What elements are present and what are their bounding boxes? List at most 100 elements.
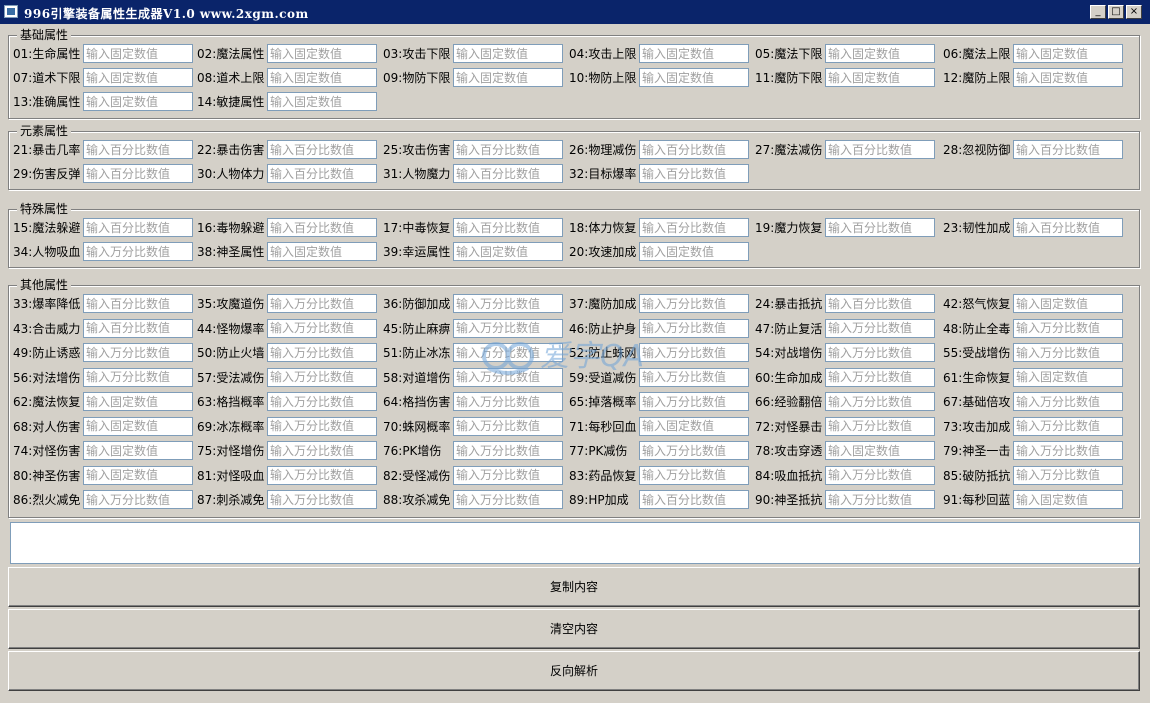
attr-input[interactable] bbox=[639, 68, 749, 87]
attr-input[interactable] bbox=[639, 242, 749, 261]
attr-input[interactable] bbox=[1013, 294, 1123, 313]
attr-input[interactable] bbox=[267, 343, 377, 362]
attr-input[interactable] bbox=[825, 343, 935, 362]
attr-input[interactable] bbox=[639, 164, 749, 183]
attr-input[interactable] bbox=[825, 465, 935, 485]
attr-input[interactable] bbox=[825, 367, 935, 387]
attr-input[interactable] bbox=[453, 465, 563, 485]
attr-field: 10:物防上限 bbox=[569, 68, 754, 88]
attr-input[interactable] bbox=[453, 140, 563, 159]
attr-input[interactable] bbox=[453, 294, 563, 313]
attr-input[interactable] bbox=[453, 392, 563, 411]
output-textarea[interactable] bbox=[10, 522, 1140, 564]
attr-input[interactable] bbox=[83, 140, 193, 159]
attr-input[interactable] bbox=[83, 68, 193, 87]
attr-input[interactable] bbox=[453, 441, 563, 460]
attr-input[interactable] bbox=[453, 218, 563, 237]
attr-input[interactable] bbox=[267, 465, 377, 485]
attr-input[interactable] bbox=[1013, 465, 1123, 485]
attr-input[interactable] bbox=[267, 367, 377, 387]
attr-input[interactable] bbox=[83, 465, 193, 485]
attr-input[interactable] bbox=[639, 441, 749, 460]
attr-input[interactable] bbox=[1013, 68, 1123, 87]
attr-label: 91:每秒回蓝 bbox=[943, 493, 1011, 507]
attr-input[interactable] bbox=[639, 44, 749, 63]
attr-input[interactable] bbox=[83, 416, 193, 436]
attr-input[interactable] bbox=[83, 218, 193, 237]
attr-input[interactable] bbox=[83, 318, 193, 338]
attr-input[interactable] bbox=[825, 416, 935, 436]
attr-input[interactable] bbox=[1013, 367, 1123, 387]
attr-label: 89:HP加成 bbox=[569, 493, 629, 507]
minimize-button[interactable]: _ bbox=[1090, 5, 1106, 19]
attr-input[interactable] bbox=[453, 164, 563, 183]
attr-field: 50:防止火墙 bbox=[197, 343, 382, 363]
app-icon[interactable] bbox=[4, 5, 18, 18]
attr-label: 11:魔防下限 bbox=[755, 71, 823, 85]
attr-input[interactable] bbox=[825, 68, 935, 87]
attr-input[interactable] bbox=[453, 416, 563, 436]
attr-input[interactable] bbox=[267, 218, 377, 237]
attr-input[interactable] bbox=[1013, 140, 1123, 159]
attr-input[interactable] bbox=[267, 318, 377, 338]
attr-input[interactable] bbox=[639, 465, 749, 485]
attr-input[interactable] bbox=[83, 441, 193, 460]
attr-input[interactable] bbox=[639, 416, 749, 436]
attr-field: 86:烈火减免 bbox=[13, 490, 198, 510]
attr-input[interactable] bbox=[639, 490, 749, 509]
attr-input[interactable] bbox=[453, 242, 563, 261]
attr-input[interactable] bbox=[267, 68, 377, 87]
attr-label: 49:防止诱惑 bbox=[13, 346, 81, 360]
attr-input[interactable] bbox=[83, 294, 193, 313]
clear-button[interactable]: 清空内容 bbox=[8, 609, 1140, 649]
attr-input[interactable] bbox=[83, 367, 193, 387]
attr-input[interactable] bbox=[83, 392, 193, 411]
attr-input[interactable] bbox=[1013, 441, 1123, 460]
attr-input[interactable] bbox=[1013, 218, 1123, 237]
attr-input[interactable] bbox=[825, 140, 935, 159]
title-bar: 996引擎装备属性生成器V1.0 www.2xgm.com _ □ × bbox=[0, 0, 1150, 24]
attr-field: 17:中毒恢复 bbox=[383, 218, 568, 238]
attr-input[interactable] bbox=[267, 92, 377, 111]
attr-input[interactable] bbox=[825, 392, 935, 411]
attr-input[interactable] bbox=[83, 343, 193, 362]
reverse-parse-button[interactable]: 反向解析 bbox=[8, 651, 1140, 691]
attr-input[interactable] bbox=[1013, 416, 1123, 436]
attr-input[interactable] bbox=[83, 44, 193, 63]
attr-label: 79:神圣一击 bbox=[943, 444, 1011, 458]
attr-input[interactable] bbox=[83, 92, 193, 111]
attr-input[interactable] bbox=[825, 294, 935, 313]
attr-input[interactable] bbox=[83, 490, 193, 509]
maximize-button[interactable]: □ bbox=[1108, 5, 1124, 19]
copy-button[interactable]: 复制内容 bbox=[8, 567, 1140, 607]
attr-input[interactable] bbox=[1013, 44, 1123, 63]
attr-input[interactable] bbox=[825, 218, 935, 237]
attr-input[interactable] bbox=[267, 441, 377, 460]
attr-input[interactable] bbox=[267, 140, 377, 159]
close-button[interactable]: × bbox=[1126, 5, 1142, 19]
attr-input[interactable] bbox=[83, 164, 193, 183]
attr-input[interactable] bbox=[83, 242, 193, 261]
attr-input[interactable] bbox=[267, 164, 377, 183]
attr-input[interactable] bbox=[825, 318, 935, 338]
attr-input[interactable] bbox=[453, 44, 563, 63]
attr-input[interactable] bbox=[267, 242, 377, 261]
attr-input[interactable] bbox=[639, 140, 749, 159]
attr-input[interactable] bbox=[639, 392, 749, 411]
attr-input[interactable] bbox=[825, 44, 935, 63]
attr-input[interactable] bbox=[267, 44, 377, 63]
attr-input[interactable] bbox=[1013, 318, 1123, 338]
attr-input[interactable] bbox=[1013, 343, 1123, 362]
attr-input[interactable] bbox=[267, 490, 377, 509]
attr-input[interactable] bbox=[639, 294, 749, 313]
attr-input[interactable] bbox=[1013, 490, 1123, 509]
attr-input[interactable] bbox=[267, 392, 377, 411]
attr-input[interactable] bbox=[639, 218, 749, 237]
attr-input[interactable] bbox=[1013, 392, 1123, 411]
attr-input[interactable] bbox=[825, 441, 935, 460]
attr-input[interactable] bbox=[267, 294, 377, 313]
attr-input[interactable] bbox=[453, 68, 563, 87]
attr-input[interactable] bbox=[825, 490, 935, 509]
attr-input[interactable] bbox=[267, 416, 377, 436]
attr-input[interactable] bbox=[453, 490, 563, 509]
